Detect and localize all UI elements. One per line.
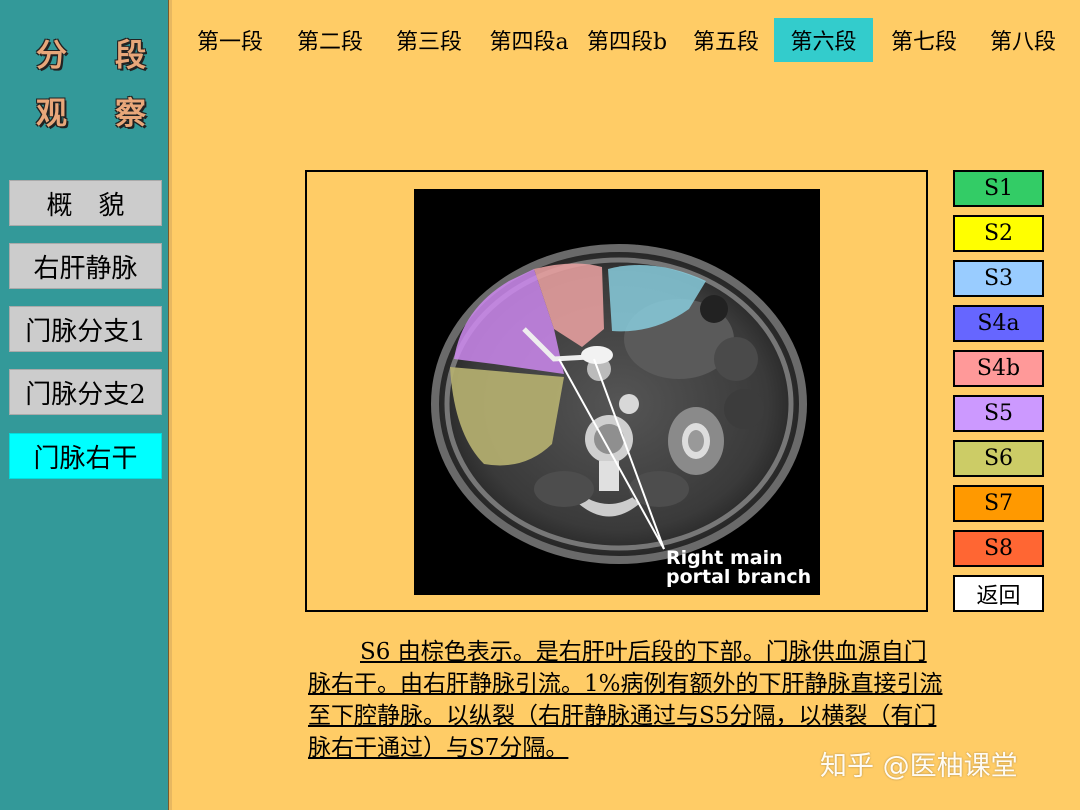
sidebar-item-right-portal-trunk[interactable]: 门脉右干	[9, 433, 162, 479]
logo-char: 段	[115, 38, 146, 74]
tab-segment-4b[interactable]: 第四段b	[578, 18, 676, 62]
tab-segment-1[interactable]: 第一段	[182, 18, 278, 62]
segment-button-s5[interactable]: S5	[953, 395, 1044, 432]
segment-button-s4b[interactable]: S4b	[953, 350, 1044, 387]
sidebar-item-portal-branch-2[interactable]: 门脉分支2	[9, 369, 162, 415]
logo-char: 分	[36, 38, 67, 74]
segment-tabs: 第一段 第二段 第三段 第四段a 第四段b 第五段 第六段 第七段 第八段	[182, 18, 1072, 62]
segment-button-s1[interactable]: S1	[953, 170, 1044, 207]
tab-segment-3[interactable]: 第三段	[381, 18, 477, 62]
back-button[interactable]: 返回	[953, 575, 1044, 612]
annotation-line2: portal branch	[666, 566, 811, 588]
tab-segment-2[interactable]: 第二段	[282, 18, 378, 62]
ct-scan-drawing: Right main portal branch	[431, 244, 811, 588]
watermark: 知乎 @医柚课堂	[820, 751, 1018, 782]
sidebar-item-portal-branch-1[interactable]: 门脉分支1	[9, 306, 162, 352]
sidebar-item-right-hepatic-vein[interactable]: 右肝静脉	[9, 243, 162, 289]
tab-segment-6[interactable]: 第六段	[774, 18, 873, 62]
segment-button-s6[interactable]: S6	[953, 440, 1044, 477]
logo-char: 察	[115, 96, 146, 132]
segment-button-s8[interactable]: S8	[953, 530, 1044, 567]
segment-button-s2[interactable]: S2	[953, 215, 1044, 252]
ct-scan-image: Right main portal branch	[414, 189, 820, 595]
segment-button-s7[interactable]: S7	[953, 485, 1044, 522]
segment-button-s4a[interactable]: S4a	[953, 305, 1044, 342]
sidebar-item-overview[interactable]: 概 貌	[9, 180, 162, 226]
tab-segment-4a[interactable]: 第四段a	[480, 18, 578, 62]
tab-segment-7[interactable]: 第七段	[876, 18, 972, 62]
logo-char: 观	[36, 96, 67, 132]
logo-line2: 观 察	[36, 88, 146, 133]
logo-line1: 分 段	[36, 30, 146, 75]
tab-segment-5[interactable]: 第五段	[678, 18, 774, 62]
segment-button-s3[interactable]: S3	[953, 260, 1044, 297]
tab-segment-8[interactable]: 第八段	[975, 18, 1071, 62]
